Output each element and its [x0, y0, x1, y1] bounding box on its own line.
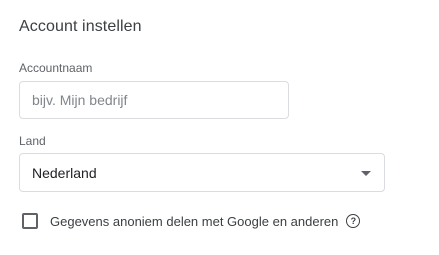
data-sharing-label[interactable]: Gegevens anoniem delen met Google en and… [50, 214, 338, 229]
help-circle-icon[interactable]: ? [346, 214, 361, 228]
data-sharing-checkbox[interactable] [22, 213, 38, 229]
account-name-input[interactable] [19, 81, 289, 119]
country-select[interactable]: Nederland [19, 153, 385, 192]
dropdown-arrow-icon [361, 171, 371, 176]
country-label: Land [19, 134, 46, 148]
section-title: Account instellen [19, 18, 142, 35]
account-setup-form: Account instellen Accountnaam Land Neder… [0, 0, 439, 255]
account-name-label: Accountnaam [19, 61, 93, 75]
country-selected-value: Nederland [32, 165, 97, 181]
data-sharing-row: Gegevens anoniem delen met Google en and… [22, 211, 361, 231]
